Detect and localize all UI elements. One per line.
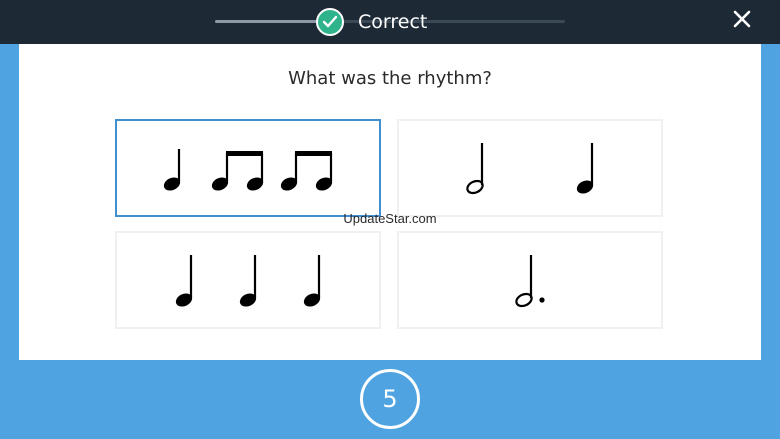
question-card: What was the rhythm? UpdateStar.com [19,44,761,360]
rhythm-notation-icon [163,149,333,191]
watermark: UpdateStar.com [343,211,437,226]
rhythm-notation-icon [515,255,545,308]
question-text: What was the rhythm? [288,68,492,89]
rhythm-notation-icon [175,255,321,307]
check-icon [316,8,344,36]
app-root: Correct What was the rhythm? UpdateStar.… [0,0,780,439]
question-counter: 5 [360,369,420,429]
close-icon [733,10,751,28]
top-bar: Correct [0,0,780,44]
close-button[interactable] [728,6,756,34]
rhythm-option-3[interactable] [115,231,381,329]
rhythm-option-4[interactable] [397,231,663,329]
status-label: Correct [358,11,428,33]
progress-fill [215,20,327,23]
rhythm-notation-icon [466,143,594,195]
rhythm-option-1[interactable] [115,119,381,217]
rhythm-option-2[interactable] [397,119,663,217]
